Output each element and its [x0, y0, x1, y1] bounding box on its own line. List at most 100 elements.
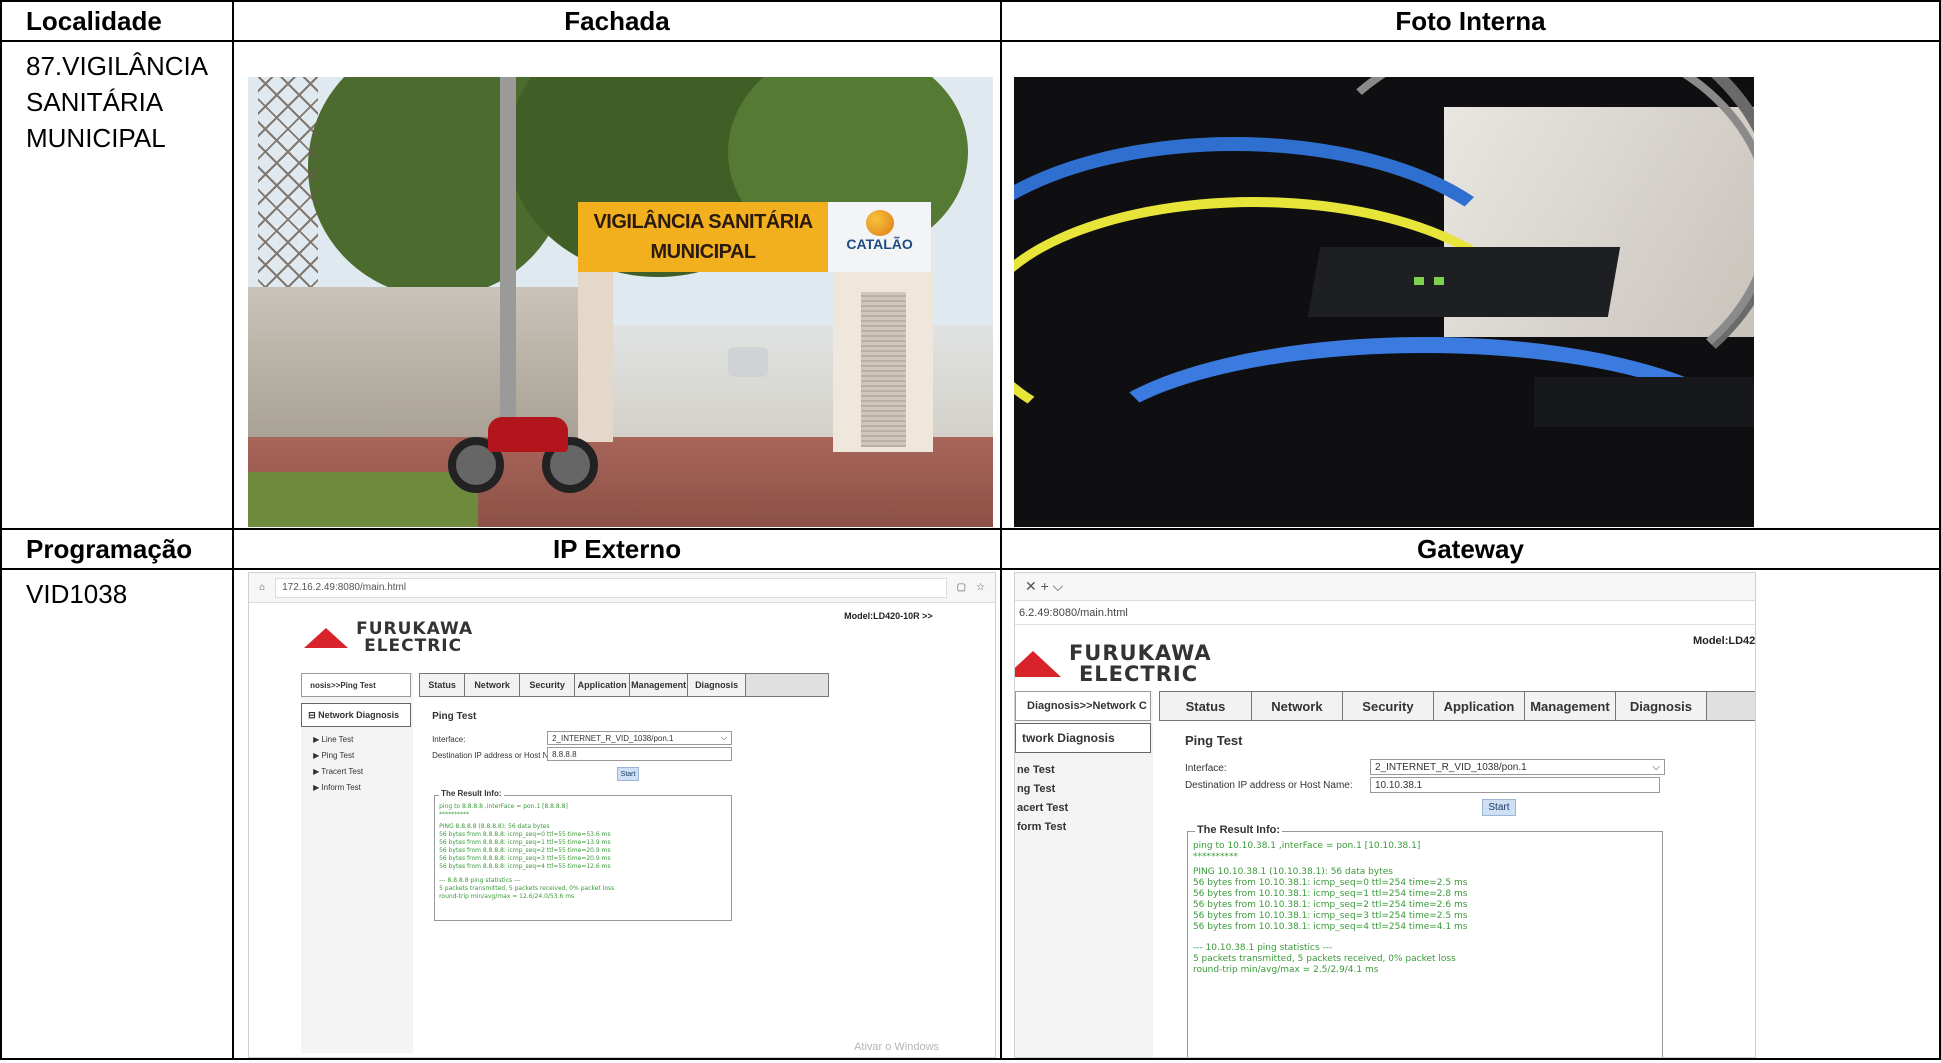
furukawa-logo: FURUKAWA ELECTRIC — [304, 621, 473, 655]
photo-patch-panel — [1533, 377, 1754, 427]
sidebar-item-ping-test[interactable]: ▶ Ping Test — [313, 751, 354, 760]
sidebar-network-diagnosis[interactable]: ⊟ Network Diagnosis — [301, 703, 412, 727]
destination-input[interactable]: 10.10.38.1 — [1369, 777, 1660, 793]
photo-sign: VIGILÂNCIA SANITÁRIA MUNICIPAL — [578, 202, 829, 272]
tab-empty — [1706, 692, 1755, 720]
tab-status[interactable]: Status — [1159, 692, 1252, 720]
browser-bar: ⌂ 172.16.2.49:8080/main.html ▢ ☆ — [249, 573, 996, 603]
breadcrumb: Diagnosis>>Network C — [1014, 691, 1151, 721]
header-gateway: Gateway — [999, 528, 1941, 570]
header-localidade: Localidade — [0, 0, 235, 42]
tab-application[interactable]: Application — [1433, 692, 1525, 720]
cell-foto-interna-photo — [999, 40, 1941, 530]
chevron-down-icon: ⌵ — [1652, 761, 1660, 773]
destination-input[interactable]: 8.8.8.8 — [547, 747, 733, 761]
tab-empty — [746, 674, 829, 696]
photo-shutter — [861, 292, 907, 447]
result-line: ping to 8.8.8.8 ,interFace = pon.1 [8.8.… — [439, 803, 568, 810]
sidebar-item-tracert-test[interactable]: acert Test — [1017, 802, 1068, 814]
main-tabs: Status Network Security Application Mana… — [419, 673, 830, 697]
photo-motorcycle — [448, 407, 599, 497]
photo-grass — [248, 472, 479, 527]
furukawa-logo-icon — [304, 628, 349, 648]
result-line: 56 bytes from 8.8.8.8: icmp_seq=2 ttl=55… — [439, 847, 611, 854]
furukawa-logo-text: FURUKAWA ELECTRIC — [1069, 643, 1212, 685]
url-text: 172.16.2.49:8080/main.html — [282, 582, 407, 593]
tab-status[interactable]: Status — [420, 674, 466, 696]
home-icon[interactable]: ⌂ — [259, 582, 265, 593]
header-foto-interna: Foto Interna — [999, 0, 1941, 42]
result-legend: The Result Info: — [1194, 824, 1283, 836]
sidebar-item-inform-test[interactable]: ▶ Inform Test — [313, 783, 361, 792]
sidebar-item-line-test[interactable]: ne Test — [1017, 764, 1055, 776]
ip-externo-screenshot: ⌂ 172.16.2.49:8080/main.html ▢ ☆ FURUKAW… — [248, 572, 997, 1058]
result-line: round-trip min/avg/max = 2.5/2.9/4.1 ms — [1192, 965, 1379, 975]
model-label: Model:LD420 — [1692, 635, 1756, 647]
sidebar-item-line-test[interactable]: ▶ Line Test — [313, 735, 353, 744]
windows-watermark: Ativar o Windows — [854, 1041, 940, 1053]
sidebar-item-inform-test[interactable]: form Test — [1017, 821, 1066, 833]
interface-value: 2_INTERNET_R_VID_1038/pon.1 — [1374, 761, 1527, 773]
localidade-line-2: SANITÁRIA — [26, 87, 164, 117]
tab-network[interactable]: Network — [1251, 692, 1343, 720]
device-led-icon — [1433, 277, 1444, 285]
result-line: PING 8.8.8.8 (8.8.8.8): 56 data bytes — [439, 823, 550, 830]
localidade-line-3: MUNICIPAL — [26, 123, 166, 153]
tab-application[interactable]: Application — [575, 674, 631, 696]
start-button[interactable]: Start — [617, 767, 640, 781]
fachada-photo: VIGILÂNCIA SANITÁRIA MUNICIPAL CATALÃO — [248, 77, 994, 527]
sidebar — [301, 673, 414, 1053]
result-line: 56 bytes from 10.10.38.1: icmp_seq=2 ttl… — [1192, 900, 1468, 910]
tab-security[interactable]: Security — [520, 674, 576, 696]
header-ip-externo: IP Externo — [232, 528, 1002, 570]
sidebar-item-ping-test[interactable]: ng Test — [1017, 783, 1055, 795]
cell-programacao: VID1038 — [0, 568, 235, 1060]
breadcrumb: nosis>>Ping Test — [301, 673, 412, 697]
result-line: 56 bytes from 8.8.8.8: icmp_seq=1 ttl=55… — [439, 839, 611, 846]
result-line: 56 bytes from 10.10.38.1: icmp_seq=1 ttl… — [1192, 889, 1468, 899]
result-line: --- 8.8.8.8 ping statistics --- — [439, 877, 521, 884]
sign-line-1: VIGILÂNCIA SANITÁRIA — [593, 211, 813, 233]
sidebar-network-diagnosis[interactable]: twork Diagnosis — [1014, 723, 1151, 753]
model-label: Model:LD420-10R >> — [844, 611, 933, 621]
url-text: 6.2.49:8080/main.html — [1018, 607, 1128, 619]
star-icon[interactable]: ☆ — [976, 582, 985, 593]
main-tabs: Status Network Security Application Mana… — [1158, 691, 1755, 721]
tab-icon[interactable]: ▢ — [957, 582, 966, 593]
photo-network-device — [1307, 247, 1621, 317]
localidade-line-1: 87.VIGILÂNCIA — [26, 51, 209, 81]
tab-management[interactable]: Management — [1524, 692, 1616, 720]
interface-select[interactable]: 2_INTERNET_R_VID_1038/pon.1 ⌵ — [1369, 759, 1665, 775]
page-title: Ping Test — [1184, 733, 1243, 748]
sidebar-item-tracert-test[interactable]: ▶ Tracert Test — [313, 767, 363, 776]
tab-diagnosis[interactable]: Diagnosis — [1615, 692, 1707, 720]
result-line: ********** — [439, 811, 470, 818]
catalao-logo-icon — [865, 210, 894, 236]
cell-ip-externo-screenshot: ⌂ 172.16.2.49:8080/main.html ▢ ☆ FURUKAW… — [232, 568, 1002, 1060]
photo-logo-board: CATALÃO — [828, 202, 932, 272]
cell-fachada-photo: VIGILÂNCIA SANITÁRIA MUNICIPAL CATALÃO — [232, 40, 1002, 530]
tab-security[interactable]: Security — [1342, 692, 1434, 720]
address-bar[interactable]: 172.16.2.49:8080/main.html — [275, 577, 947, 598]
result-line: --- 10.10.38.1 ping statistics --- — [1192, 943, 1333, 953]
device-led-icon — [1413, 277, 1424, 285]
furukawa-logo: FURUKAWA ELECTRIC — [1014, 643, 1212, 685]
result-line: 56 bytes from 10.10.38.1: icmp_seq=3 ttl… — [1192, 911, 1468, 921]
tab-controls[interactable]: ✕ + ⌵ — [1025, 578, 1063, 595]
header-programacao: Programação — [0, 528, 235, 570]
header-fachada: Fachada — [232, 0, 1002, 42]
tab-management[interactable]: Management — [630, 674, 689, 696]
tab-diagnosis[interactable]: Diagnosis — [688, 674, 747, 696]
address-bar[interactable]: 6.2.49:8080/main.html — [1014, 601, 1755, 625]
sign-line-2: MUNICIPAL — [650, 241, 757, 263]
interface-select[interactable]: 2_INTERNET_R_VID_1038/pon.1 ⌵ — [547, 731, 733, 745]
result-legend: The Result Info: — [439, 789, 504, 798]
start-button[interactable]: Start — [1481, 799, 1516, 816]
photo-car — [728, 347, 769, 377]
page-title: Ping Test — [432, 711, 477, 722]
chevron-down-icon: ⌵ — [721, 733, 728, 742]
cell-gateway-screenshot: ✕ + ⌵ 6.2.49:8080/main.html Model:LD420 … — [999, 568, 1941, 1060]
result-line: 56 bytes from 10.10.38.1: icmp_seq=0 ttl… — [1192, 878, 1468, 888]
furukawa-logo-icon — [1014, 651, 1061, 677]
tab-network[interactable]: Network — [465, 674, 521, 696]
